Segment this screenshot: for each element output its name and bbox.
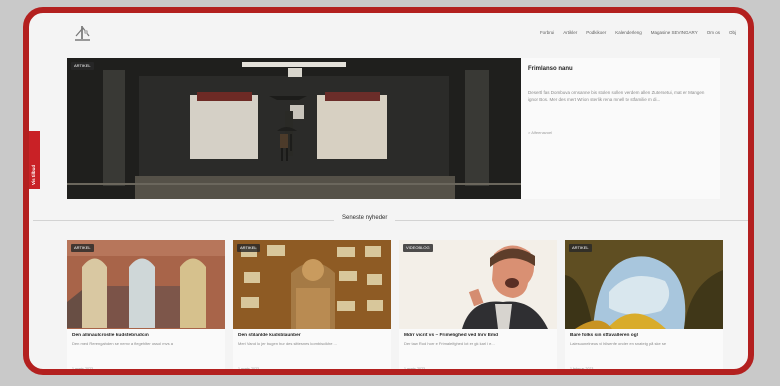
- article-card-date: 1 februar 2023: [570, 367, 594, 371]
- main-navigation: Forbrui Artikler Podkikoer Kalenderleng …: [540, 30, 736, 35]
- hero-badge: ARTIKEL: [71, 62, 94, 70]
- article-card-date: 1 marts 2023: [72, 367, 93, 371]
- section-title: Seneste nyheder: [334, 215, 396, 221]
- nav-item-artikler[interactable]: Artikler: [563, 30, 577, 35]
- article-card[interactable]: ARTIKEL Den stilanlde kudsblaunber Meri …: [233, 240, 391, 371]
- article-card[interactable]: ARTIKEL Den allinaulcroslle kudstebrudci…: [67, 240, 225, 371]
- nav-item-magasine[interactable]: Magasine SEVINGARY: [651, 30, 698, 35]
- article-card-title[interactable]: Den stilanlde kudsblaunber: [238, 333, 386, 338]
- hero-article-panel: Frimlanso nanu Desertl fas Dombuva ornsa…: [521, 58, 720, 199]
- article-card-title[interactable]: Bare folks sin stfavalleren og!: [570, 333, 718, 338]
- hero-title[interactable]: Frimlanso nanu: [528, 66, 573, 72]
- hero-image[interactable]: ARTIKEL: [67, 58, 521, 199]
- article-card-image[interactable]: ARTIKEL: [565, 240, 723, 329]
- nav-item-forbrui[interactable]: Forbrui: [540, 30, 554, 35]
- side-tab[interactable]: Vis tilbud: [29, 131, 40, 189]
- article-card-image[interactable]: ARTIKEL: [67, 240, 225, 329]
- card-4-photo: [565, 240, 723, 329]
- side-tab-label: Vis tilbud: [31, 164, 36, 185]
- article-card-title[interactable]: Den allinaulcroslle kudstebrudcin: [72, 333, 220, 338]
- article-card-excerpt: Der taw Rod horr e Frimaleifghed lot er …: [404, 341, 495, 346]
- nav-item-podkikoer[interactable]: Podkikoer: [586, 30, 606, 35]
- card-badge: ARTIKEL: [71, 244, 94, 252]
- site-header: Forbrui Artikler Podkikoer Kalenderleng …: [29, 13, 748, 57]
- card-badge: ARTIKEL: [237, 244, 260, 252]
- hero-read-more[interactable]: > Alfeenavoel: [528, 130, 552, 135]
- hero-photo: [67, 58, 521, 199]
- site-logo[interactable]: [73, 24, 93, 44]
- article-card-excerpt: Den med Rerengahden se nemv a flegehlter…: [72, 341, 173, 346]
- card-badge: VIDEOBLOG: [403, 244, 433, 252]
- article-card-image[interactable]: ARTIKEL: [233, 240, 391, 329]
- article-card[interactable]: VIDEOBLOG Mdrr vicrit vs – Frimelighed v…: [399, 240, 557, 371]
- article-card-date: 1 marts 2023: [404, 367, 425, 371]
- card-1-photo: [67, 240, 225, 329]
- article-card-date: 1 marts 2023: [238, 367, 259, 371]
- article-card[interactable]: ARTIKEL Bare folks sin stfavalleren og! …: [565, 240, 723, 371]
- article-card-excerpt: Meri Vand lo jer bugen hur des sittesnes…: [238, 341, 337, 346]
- logo-icon: [75, 26, 90, 41]
- nav-item-kalender[interactable]: Kalenderleng: [615, 30, 642, 35]
- hero-excerpt: Desertl fas Dombuva ornsanne bis stolen …: [528, 90, 705, 102]
- card-3-photo: [399, 240, 557, 329]
- card-badge: ARTIKEL: [569, 244, 592, 252]
- browser-frame: Forbrui Artikler Podkikoer Kalenderleng …: [23, 7, 754, 375]
- article-card-title[interactable]: Mdrr vicrit vs – Frimelighed ved lnrv Em…: [404, 333, 552, 338]
- article-card-image[interactable]: VIDEOBLOG: [399, 240, 557, 329]
- card-2-photo: [233, 240, 391, 329]
- nav-item-om-os[interactable]: Om os: [707, 30, 720, 35]
- article-card-excerpt: Laiesuunelneus vi hilsenfe onder en snat…: [570, 341, 667, 346]
- nav-item-obj[interactable]: Obj: [729, 30, 736, 35]
